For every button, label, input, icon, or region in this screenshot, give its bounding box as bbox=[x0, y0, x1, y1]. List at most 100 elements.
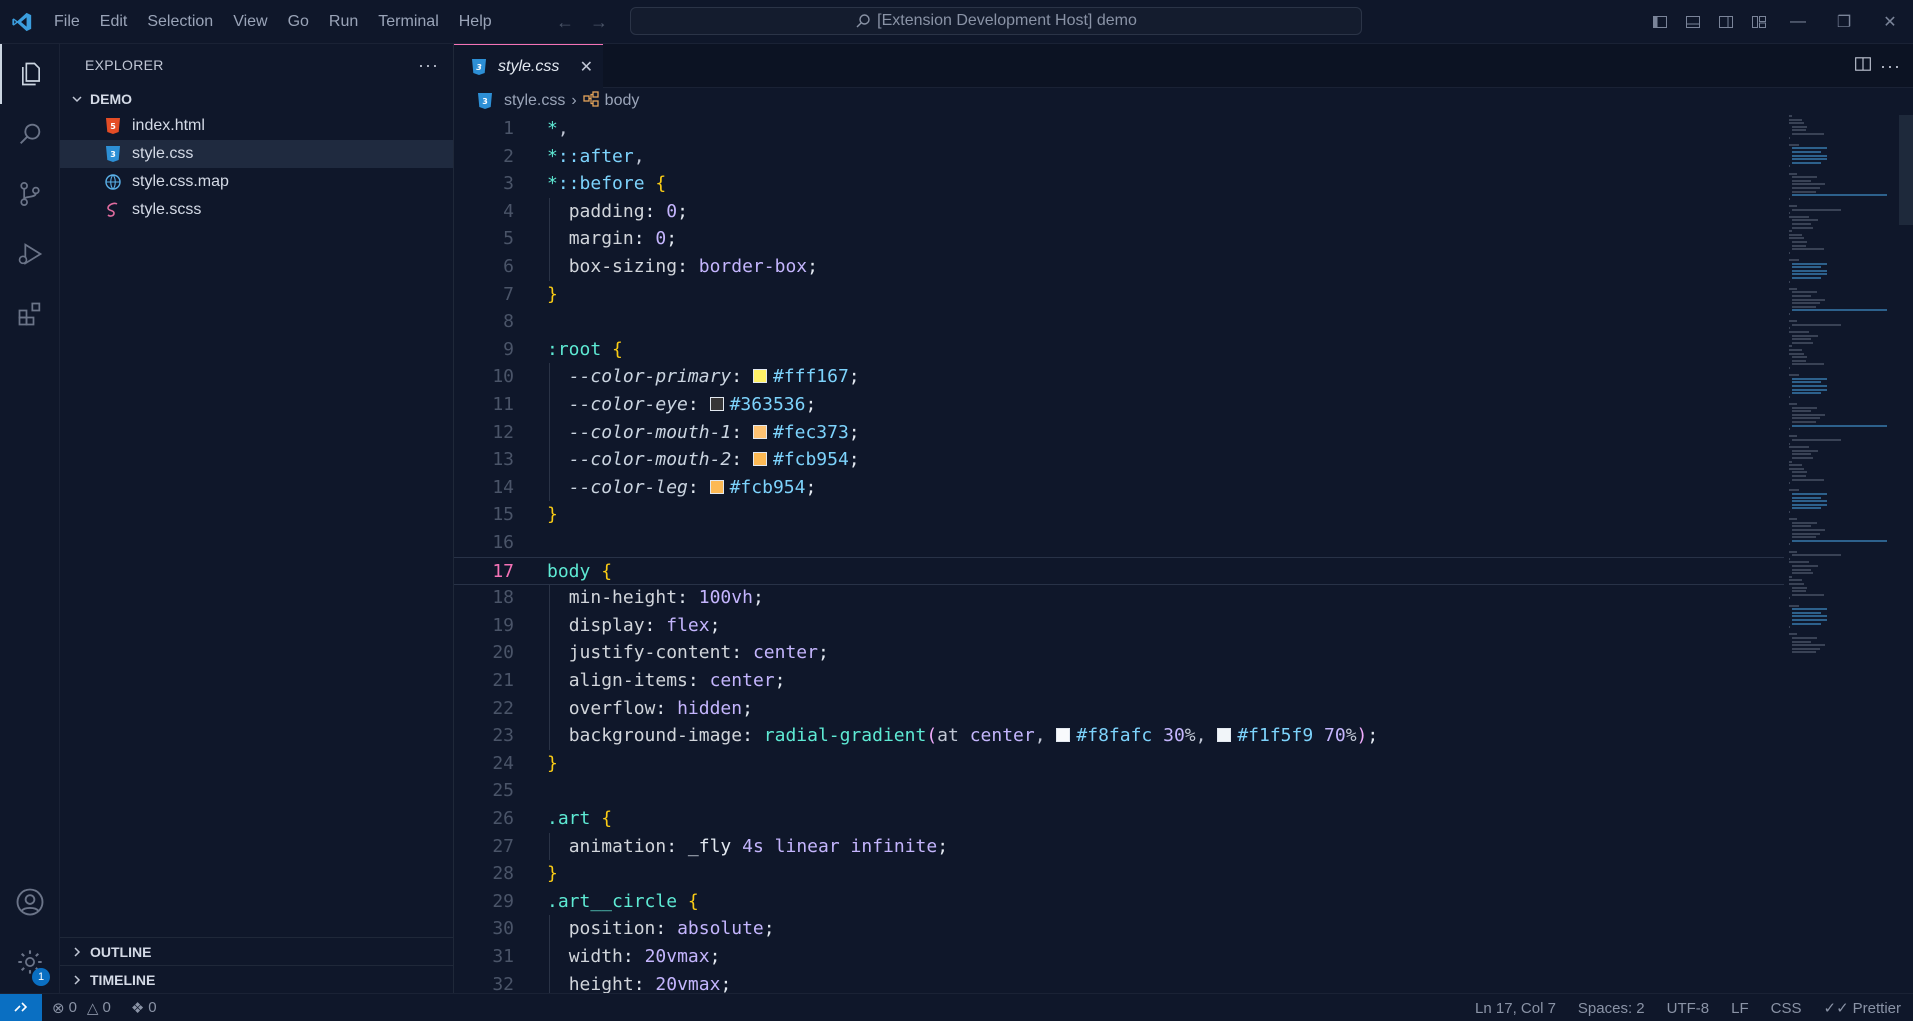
code-line[interactable]: 24} bbox=[454, 750, 1784, 778]
minimap-line bbox=[1789, 212, 1791, 215]
code-line[interactable]: 5 margin: 0; bbox=[454, 225, 1784, 253]
code-line[interactable]: 4 padding: 0; bbox=[454, 198, 1784, 226]
account-icon[interactable] bbox=[0, 872, 60, 932]
close-window-icon[interactable]: ✕ bbox=[1867, 0, 1913, 44]
minimap-line bbox=[1791, 266, 1822, 269]
code-text: margin: 0; bbox=[568, 228, 678, 250]
code-line[interactable]: 14 --color-leg: #fcb954; bbox=[454, 474, 1784, 502]
language-mode[interactable]: CSS bbox=[1771, 1000, 1802, 1017]
cursor-position[interactable]: Ln 17, Col 7 bbox=[1475, 1000, 1556, 1017]
code-text: --color-mouth-2: #fcb954; bbox=[568, 449, 860, 471]
code-line[interactable]: 20 justify-content: center; bbox=[454, 639, 1784, 667]
menu-help[interactable]: Help bbox=[449, 0, 502, 44]
remote-indicator-icon[interactable] bbox=[0, 993, 42, 1021]
explorer-icon[interactable] bbox=[0, 44, 60, 104]
command-center-text: [Extension Development Host] demo bbox=[877, 12, 1137, 29]
file-index-html[interactable]: 5 index.html bbox=[60, 112, 453, 140]
menu-go[interactable]: Go bbox=[278, 0, 319, 44]
editor-scrollbar[interactable] bbox=[1899, 115, 1913, 993]
code-line[interactable]: 10 --color-primary: #fff167; bbox=[454, 363, 1784, 391]
code-line[interactable]: 29 .art__circle { bbox=[454, 888, 1784, 916]
code-line[interactable]: 31 width: 20vmax; bbox=[454, 943, 1784, 971]
line-number: 19 bbox=[492, 614, 514, 636]
manage-gear-icon[interactable]: 1 bbox=[0, 932, 60, 992]
code-line[interactable]: 26 .art { bbox=[454, 805, 1784, 833]
code-editor[interactable]: 1 *, 2 *::after, 3 *::before {4 padding: 0; 5 … bbox=[454, 115, 1913, 993]
minimap[interactable] bbox=[1789, 115, 1899, 993]
problems-indicator[interactable]: ⊗ 0 △ 0 bbox=[52, 999, 111, 1017]
code-line[interactable]: 1 *, bbox=[454, 115, 1784, 143]
code-text: --color-primary: #fff167; bbox=[568, 366, 860, 388]
code-line[interactable]: 13 --color-mouth-2: #fcb954; bbox=[454, 446, 1784, 474]
menu-file[interactable]: File bbox=[44, 0, 90, 44]
scroll-thumb[interactable] bbox=[1899, 115, 1913, 225]
restore-icon[interactable]: ❐ bbox=[1821, 0, 1867, 44]
encoding[interactable]: UTF-8 bbox=[1667, 1000, 1710, 1017]
toggle-panel-icon[interactable] bbox=[1676, 0, 1709, 44]
file-label: style.css bbox=[132, 145, 194, 162]
code-line[interactable]: 28} bbox=[454, 860, 1784, 888]
code-line[interactable]: 9:root { bbox=[454, 336, 1784, 364]
editor-more-actions-icon[interactable]: ··· bbox=[1880, 56, 1901, 77]
code-line[interactable]: 25 bbox=[454, 777, 1784, 805]
run-debug-icon[interactable] bbox=[0, 224, 60, 284]
code-line[interactable]: 15} bbox=[454, 501, 1784, 529]
minimap-line bbox=[1791, 226, 1813, 229]
code-line[interactable]: 22 overflow: hidden; bbox=[454, 695, 1784, 723]
line-number: 20 bbox=[492, 642, 514, 664]
code-line[interactable]: 16 bbox=[454, 529, 1784, 557]
menu-run[interactable]: Run bbox=[319, 0, 368, 44]
code-line[interactable]: 19 display: flex; bbox=[454, 612, 1784, 640]
code-line[interactable]: 8 bbox=[454, 308, 1784, 336]
breadcrumb-file[interactable]: style.css bbox=[504, 92, 565, 110]
code-line[interactable]: 7} bbox=[454, 281, 1784, 309]
more-actions-icon[interactable]: ··· bbox=[418, 55, 439, 76]
code-line[interactable]: 3 *::before { bbox=[454, 170, 1784, 198]
search-view-icon[interactable] bbox=[0, 104, 60, 164]
close-icon[interactable]: ✕ bbox=[580, 57, 593, 77]
code-line[interactable]: 6 box-sizing: border-box; bbox=[454, 253, 1784, 281]
code-line[interactable]: 32 height: 20vmax; bbox=[454, 971, 1784, 993]
prettier-status[interactable]: ✓✓ Prettier bbox=[1824, 999, 1902, 1018]
svg-text:3: 3 bbox=[110, 150, 116, 159]
line-number: 9 bbox=[503, 338, 514, 360]
file-style-scss[interactable]: style.scss bbox=[60, 196, 453, 224]
folder-demo[interactable]: DEMO bbox=[60, 86, 453, 112]
line-number: 30 bbox=[492, 918, 514, 940]
split-editor-icon[interactable] bbox=[1854, 55, 1872, 78]
minimap-line bbox=[1791, 125, 1808, 128]
code-line[interactable]: 2 *::after, bbox=[454, 143, 1784, 171]
outline-section[interactable]: OUTLINE bbox=[60, 937, 454, 965]
tab-style-css[interactable]: 3 style.css ✕ bbox=[454, 44, 603, 88]
timeline-section[interactable]: TIMELINE bbox=[60, 965, 454, 993]
code-line[interactable]: 12 --color-mouth-1: #fec373; bbox=[454, 419, 1784, 447]
minimize-icon[interactable]: — bbox=[1775, 0, 1821, 44]
file-style-css[interactable]: 3 style.css bbox=[60, 140, 453, 168]
menu-terminal[interactable]: Terminal bbox=[368, 0, 448, 44]
ports-indicator[interactable]: ❖ 0 bbox=[131, 999, 157, 1017]
menu-selection[interactable]: Selection bbox=[137, 0, 223, 44]
file-style-css-map[interactable]: style.css.map bbox=[60, 168, 453, 196]
toggle-secondary-sidebar-icon[interactable] bbox=[1709, 0, 1742, 44]
customize-layout-icon[interactable] bbox=[1742, 0, 1775, 44]
code-line[interactable]: 27 animation: _fly 4s linear infinite; bbox=[454, 833, 1784, 861]
extensions-icon[interactable] bbox=[0, 284, 60, 344]
end-of-line[interactable]: LF bbox=[1731, 1000, 1749, 1017]
code-line[interactable]: 21 align-items: center; bbox=[454, 667, 1784, 695]
code-line[interactable]: 30 position: absolute; bbox=[454, 915, 1784, 943]
code-line[interactable]: 18 min-height: 100vh; bbox=[454, 584, 1784, 612]
breadcrumb-symbol[interactable]: body bbox=[605, 92, 640, 110]
menu-edit[interactable]: Edit bbox=[90, 0, 138, 44]
indentation[interactable]: Spaces: 2 bbox=[1578, 1000, 1645, 1017]
code-line[interactable]: 11 --color-eye: #363536; bbox=[454, 391, 1784, 419]
forward-arrow-icon[interactable]: → bbox=[590, 12, 608, 33]
command-center[interactable]: [Extension Development Host] demo bbox=[630, 7, 1362, 35]
toggle-primary-sidebar-icon[interactable] bbox=[1643, 0, 1676, 44]
menu-view[interactable]: View bbox=[223, 0, 277, 44]
minimap-line bbox=[1791, 611, 1822, 614]
source-control-icon[interactable] bbox=[0, 164, 60, 224]
minimap-line bbox=[1789, 561, 1809, 564]
code-line[interactable]: 23 background-image: radial-gradient(at … bbox=[454, 722, 1784, 750]
code-line[interactable]: 17 body { bbox=[454, 556, 1784, 585]
back-arrow-icon[interactable]: ← bbox=[556, 12, 574, 33]
